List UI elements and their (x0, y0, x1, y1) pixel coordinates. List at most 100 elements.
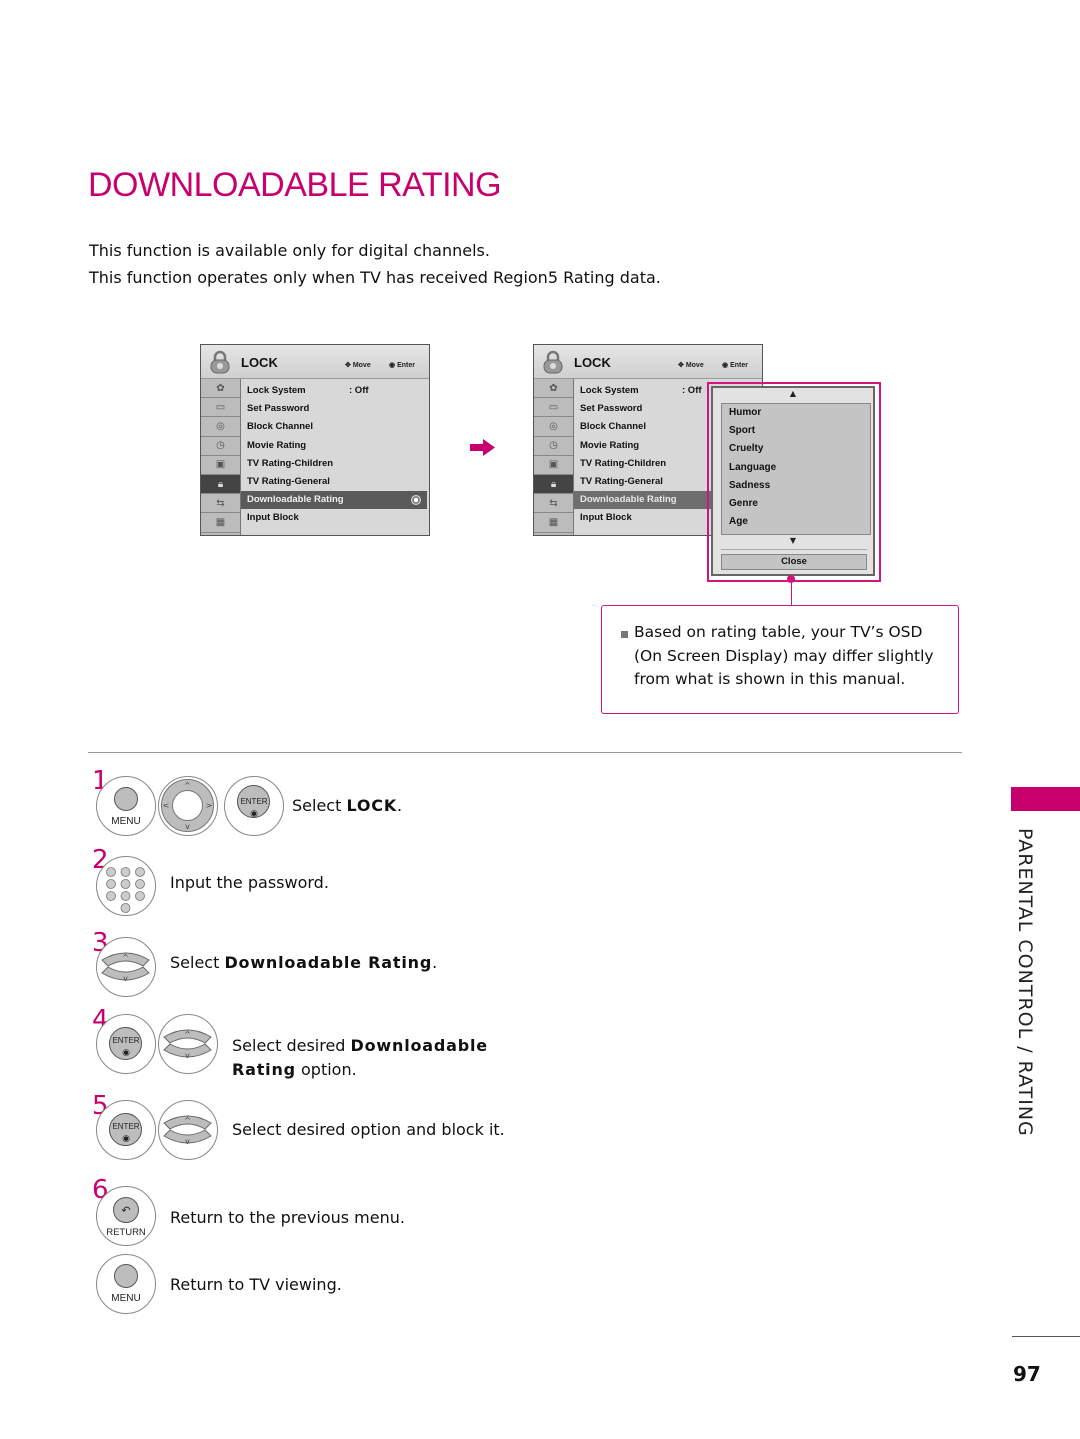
menu-item-tv-rating-general[interactable]: TV Rating-General (241, 473, 429, 491)
up-down-buttons[interactable]: ^ v (158, 1100, 218, 1160)
step-1-text: Select LOCK. (292, 796, 403, 815)
lock-icon (543, 350, 563, 374)
enter-hint: ◉ Enter (389, 362, 415, 369)
page-number-rule (1012, 1336, 1080, 1337)
menu-item-set-password[interactable]: Set Password (241, 400, 429, 418)
osd-lock-menu-left: LOCK ✥ Move ◉ Enter ✿ ▭ ◎ ◷ ▣ 🔒︎ ⇆ ▦ Loc… (200, 344, 430, 536)
menu-item-movie-rating[interactable]: Movie Rating (241, 437, 429, 455)
svg-text:v: v (185, 1051, 190, 1060)
keypad-icon (106, 867, 145, 913)
osd-title: LOCK (574, 355, 611, 370)
menu-button-core (114, 1264, 138, 1288)
intro-line-1: This function is available only for digi… (89, 241, 490, 260)
option-cruelty[interactable]: Cruelty (722, 440, 870, 458)
page-title: DOWNLOADABLE RATING (88, 166, 502, 204)
enter-dot-icon: ◉ (250, 808, 258, 818)
close-button[interactable]: Close (721, 554, 867, 570)
enter-button-label: ENTER (240, 797, 268, 806)
section-label: PARENTAL CONTROL / RATING (1014, 828, 1036, 1137)
usb-icon[interactable]: ▦ (534, 513, 573, 533)
nav-pad-icon: ^ v < > (161, 779, 214, 832)
up-down-buttons[interactable]: ^ v (96, 937, 156, 997)
usb-icon[interactable]: ▦ (201, 513, 240, 533)
return-button-label: RETURN (106, 1227, 146, 1238)
step-3-text: Select Downloadable Rating. (170, 953, 438, 972)
svg-text:v: v (185, 822, 190, 831)
section-tab-marker (1011, 787, 1080, 811)
menu-item-input-block[interactable]: Input Block (241, 509, 429, 527)
enter-dot-icon: ◉ (122, 1047, 130, 1057)
navigation-pad[interactable]: ^ v < > (158, 776, 218, 836)
option-genre[interactable]: Genre (722, 495, 870, 513)
svg-text:<: < (163, 801, 170, 810)
scroll-down-icon[interactable]: ▼ (713, 536, 873, 545)
audio-icon[interactable]: ◎ (201, 417, 240, 437)
option-age[interactable]: Age (722, 513, 870, 531)
option-icon[interactable]: ▣ (201, 456, 240, 475)
picture-icon[interactable]: ▭ (534, 398, 573, 418)
enter-button[interactable]: ENTER ◉ (96, 1100, 156, 1160)
osd-header: LOCK ✥ Move ◉ Enter (201, 345, 429, 379)
return-button[interactable]: ↶ RETURN (96, 1186, 156, 1246)
svg-text:^: ^ (184, 1116, 191, 1125)
note-text: Based on rating table, your TV’s OSD (On… (634, 623, 934, 688)
move-hint: ✥ Move (678, 362, 704, 369)
svg-text:^: ^ (184, 781, 191, 790)
step-6-text: Return to the previous menu. (170, 1208, 405, 1227)
step-4-text: Select desired Downloadable Rating option… (232, 1036, 488, 1079)
section-divider (88, 752, 962, 753)
intro-line-2: This function operates only when TV has … (89, 268, 661, 287)
up-down-buttons[interactable]: ^ v (158, 1014, 218, 1074)
picture-icon[interactable]: ▭ (201, 398, 240, 418)
up-down-icon: ^ v (163, 1029, 212, 1060)
divider (721, 549, 867, 550)
scroll-up-icon[interactable]: ▲ (713, 389, 873, 398)
step-5-text: Select desired option and block it. (232, 1120, 505, 1139)
up-down-icon: ^ v (163, 1115, 212, 1146)
menu-button-label: MENU (111, 1293, 141, 1304)
menu-button-label: MENU (111, 816, 141, 827)
time-icon[interactable]: ◷ (534, 437, 573, 456)
note-box: Based on rating table, your TV’s OSD (On… (601, 605, 959, 714)
step-2-text: Input the password. (170, 873, 329, 892)
move-hint: ✥ Move (345, 362, 371, 369)
input-icon[interactable]: ⇆ (201, 494, 240, 514)
enter-hint: ◉ Enter (722, 362, 748, 369)
osd-sidebar: ✿ ▭ ◎ ◷ ▣ 🔒︎ ⇆ ▦ (534, 379, 574, 535)
osd-sidebar: ✿ ▭ ◎ ◷ ▣ 🔒︎ ⇆ ▦ (201, 379, 241, 535)
option-humor[interactable]: Humor (722, 404, 870, 422)
svg-text:v: v (123, 974, 128, 983)
enter-button[interactable]: ENTER ◉ (96, 1014, 156, 1074)
setup-icon[interactable]: ✿ (534, 379, 573, 399)
menu-item-downloadable-rating[interactable]: Downloadable Rating (241, 491, 427, 510)
svg-text:^: ^ (122, 953, 129, 962)
downloadable-rating-popup: ▲ Humor Sport Cruelty Language Sadness G… (711, 386, 875, 576)
menu-item-lock-system[interactable]: Lock System: Off (241, 382, 429, 400)
setup-icon[interactable]: ✿ (201, 379, 240, 399)
enter-button[interactable]: ENTER ◉ (224, 776, 284, 836)
menu-button[interactable]: MENU (96, 776, 156, 836)
svg-text:>: > (206, 801, 213, 810)
step-7-text: Return to TV viewing. (170, 1275, 342, 1294)
osd-header: LOCK ✥ Move ◉ Enter (534, 345, 762, 379)
option-language[interactable]: Language (722, 459, 870, 477)
audio-icon[interactable]: ◎ (534, 417, 573, 437)
input-icon[interactable]: ⇆ (534, 494, 573, 514)
lock-icon[interactable]: 🔒︎ (201, 474, 240, 495)
menu-item-tv-rating-children[interactable]: TV Rating-Children (241, 455, 429, 473)
svg-text:v: v (185, 1137, 190, 1146)
menu-button[interactable]: MENU (96, 1254, 156, 1314)
menu-button-core (114, 787, 138, 811)
up-down-icon: ^ v (101, 952, 150, 983)
option-icon[interactable]: ▣ (534, 456, 573, 475)
return-arrow-icon: ↶ (113, 1197, 139, 1223)
lock-icon[interactable]: 🔒︎ (534, 474, 573, 495)
time-icon[interactable]: ◷ (201, 437, 240, 456)
callout-dot (787, 575, 795, 583)
lock-icon (210, 350, 230, 374)
menu-item-block-channel[interactable]: Block Channel (241, 418, 429, 436)
option-sport[interactable]: Sport (722, 422, 870, 440)
number-keypad[interactable] (96, 856, 156, 916)
option-sadness[interactable]: Sadness (722, 477, 870, 495)
enter-indicator-icon (411, 495, 421, 506)
